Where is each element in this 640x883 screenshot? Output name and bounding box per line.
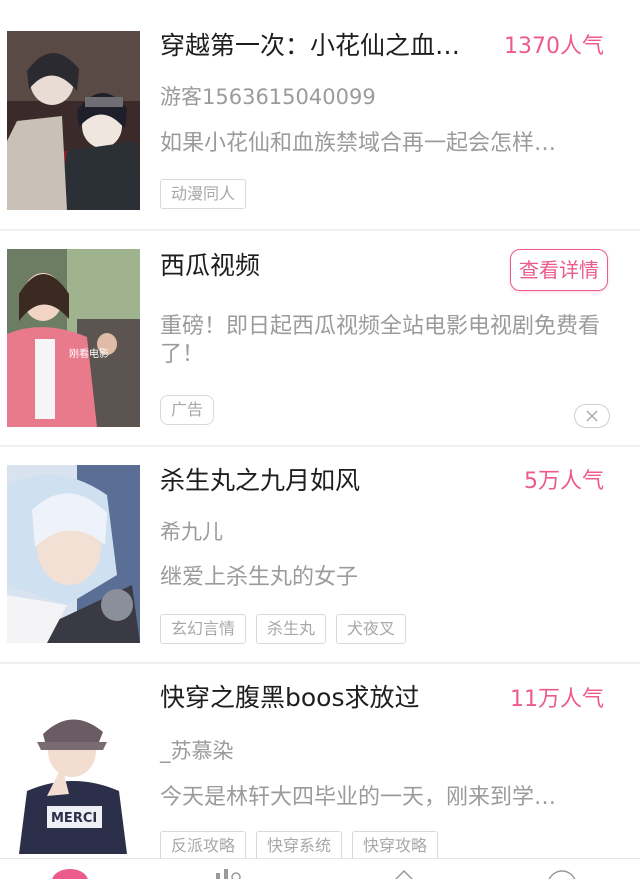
ad-label: 广告	[160, 395, 215, 425]
close-icon	[586, 410, 598, 422]
book-cover-image[interactable]: MERCI	[7, 706, 140, 854]
tag-list: 反派攻略 快穿系统 快穿攻略	[160, 831, 439, 861]
popularity-count: 5万人气	[524, 469, 604, 494]
ad-item[interactable]: 刚看电影 西瓜视频 查看详情 重磅！即日起西瓜视频全站电影电视剧免费看了！ 广告	[0, 231, 640, 445]
list-item[interactable]: MERCI 快穿之腹黑boos求放过 11万人气 _苏慕染 今天是林轩大四毕业的…	[0, 664, 640, 861]
popularity-count: 11万人气	[510, 687, 604, 712]
ad-cover-caption: 刚看电影	[69, 347, 109, 360]
list-item[interactable]: 杀生丸之九月如风 5万人气 希九儿 继爱上杀生丸的女子 玄幻言情 杀生丸 犬夜叉	[0, 447, 640, 662]
book-description: 如果小花仙和血族禁域合再一起会怎样…	[160, 131, 557, 156]
cover-shirt-caption: MERCI	[51, 811, 97, 826]
tag[interactable]: 动漫同人	[160, 179, 247, 209]
tag-list: 玄幻言情 杀生丸 犬夜叉	[160, 614, 407, 644]
tag-list: 动漫同人	[160, 179, 247, 209]
book-title[interactable]: 穿越第一次：小花仙之血…	[160, 30, 460, 62]
ad-description: 重磅！即日起西瓜视频全站电影电视剧免费看了！	[160, 314, 601, 367]
view-details-button[interactable]: 查看详情	[510, 249, 608, 291]
popularity-count: 1370人气	[504, 34, 604, 59]
book-cover-image[interactable]	[7, 31, 140, 210]
book-description: 继爱上杀生丸的女子	[160, 565, 359, 590]
book-title[interactable]: 杀生丸之九月如风	[160, 465, 360, 497]
book-description: 今天是林轩大四毕业的一天，刚来到学…	[160, 785, 557, 810]
list-item[interactable]: 穿越第一次：小花仙之血… 1370人气 游客1563615040099 如果小花…	[0, 0, 640, 229]
ad-tag-list: 广告	[160, 395, 215, 425]
author-name: 游客1563615040099	[160, 85, 376, 109]
tag[interactable]: 玄幻言情	[160, 614, 247, 644]
book-cover-image[interactable]	[7, 465, 140, 643]
author-name: _苏慕染	[160, 739, 234, 763]
ad-cover-image[interactable]: 刚看电影	[7, 249, 140, 427]
tag[interactable]: 快穿攻略	[352, 831, 439, 861]
bottom-tab-bar	[0, 858, 640, 883]
tag[interactable]: 杀生丸	[256, 614, 327, 644]
tag[interactable]: 犬夜叉	[336, 614, 407, 644]
close-ad-button[interactable]	[574, 404, 610, 428]
tag[interactable]: 快穿系统	[256, 831, 343, 861]
tag[interactable]: 反派攻略	[160, 831, 247, 861]
author-name: 希九儿	[160, 520, 223, 544]
book-title[interactable]: 快穿之腹黑boos求放过	[160, 682, 420, 714]
ad-title[interactable]: 西瓜视频	[160, 250, 260, 282]
